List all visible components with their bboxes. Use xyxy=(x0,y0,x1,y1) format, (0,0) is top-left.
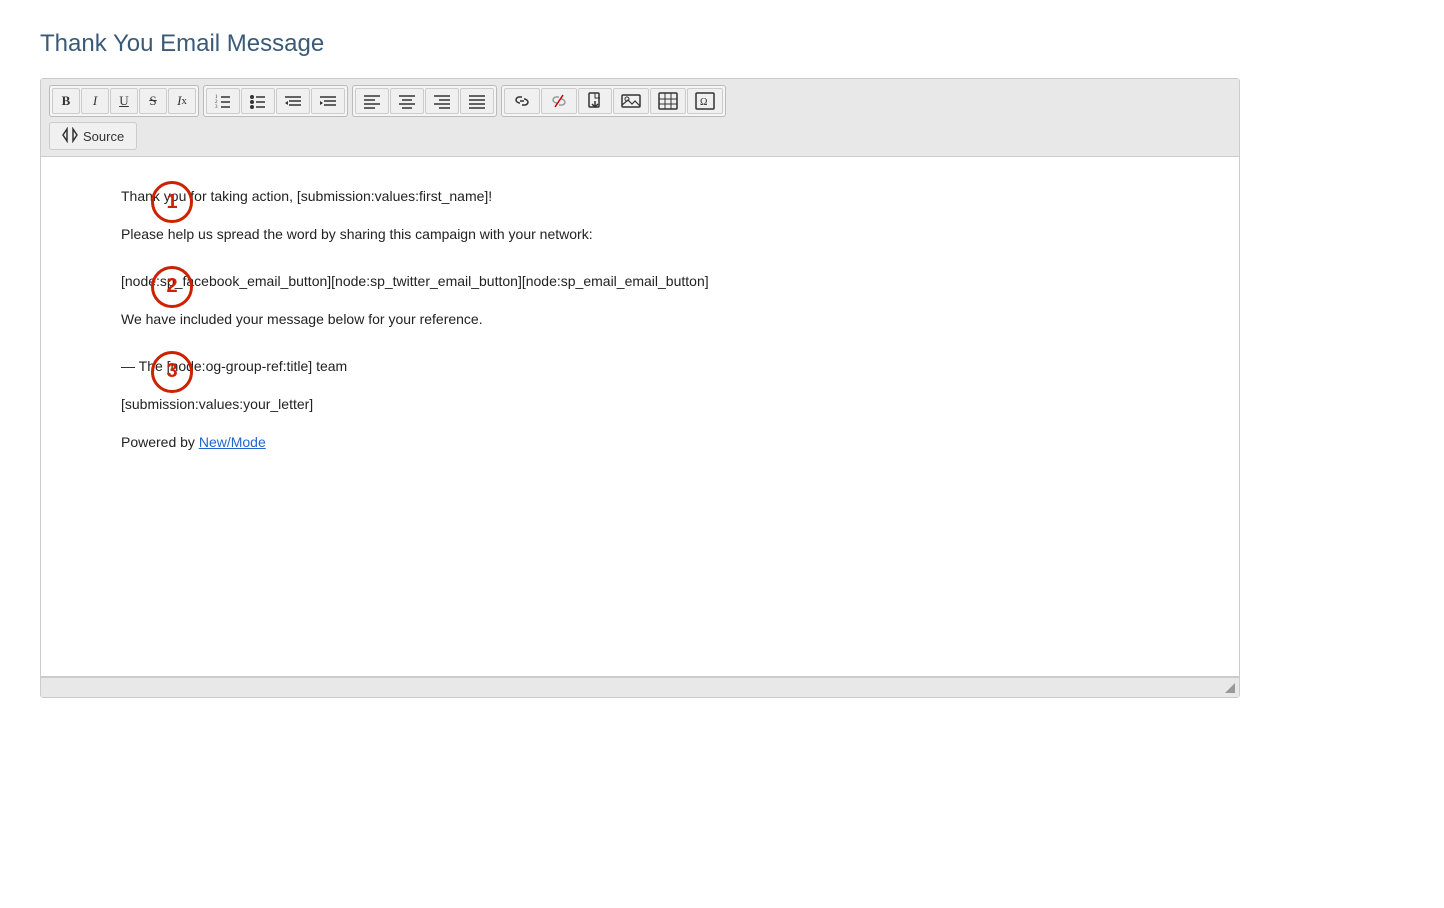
annotation-block-3: 3 — The [node:og-group-ref:title] team [… xyxy=(121,347,1219,454)
content-line-1: Thank you for taking action, [submission… xyxy=(121,185,1219,207)
toolbar-row-1: B I U S Ix 123 xyxy=(49,85,1231,117)
toolbar-row-2: Source xyxy=(49,122,1231,150)
content-line-4: We have included your message below for … xyxy=(121,308,1219,330)
annotation-block-1: 1 Thank you for taking action, [submissi… xyxy=(121,177,1219,246)
resize-handle[interactable] xyxy=(1225,683,1235,693)
align-right-button[interactable] xyxy=(425,88,459,114)
content-line-5: — The [node:og-group-ref:title] team xyxy=(121,355,1219,377)
svg-text:Ω: Ω xyxy=(700,97,707,108)
toolbar-group-align xyxy=(352,85,497,117)
outdent-button[interactable] xyxy=(276,88,310,114)
remove-format-button[interactable]: Ix xyxy=(168,88,196,114)
insert-image-button[interactable] xyxy=(613,88,649,114)
svg-text:3: 3 xyxy=(215,105,218,109)
toolbar: B I U S Ix 123 xyxy=(41,79,1239,157)
powered-by-text: Powered by xyxy=(121,434,199,450)
align-center-button[interactable] xyxy=(390,88,424,114)
bold-button[interactable]: B xyxy=(52,88,80,114)
insert-file-button[interactable] xyxy=(578,88,612,114)
ordered-list-button[interactable]: 123 xyxy=(206,88,240,114)
strikethrough-button[interactable]: S xyxy=(139,88,167,114)
underline-button[interactable]: U xyxy=(110,88,138,114)
annotation-2: 2 xyxy=(151,266,193,308)
toolbar-group-format: B I U S Ix xyxy=(49,85,199,117)
source-label: Source xyxy=(83,129,124,144)
italic-button[interactable]: I xyxy=(81,88,109,114)
align-justify-button[interactable] xyxy=(460,88,494,114)
unlink-button[interactable] xyxy=(541,88,577,114)
source-icon xyxy=(62,127,78,146)
source-button[interactable]: Source xyxy=(49,122,137,150)
insert-special-button[interactable]: Ω xyxy=(687,88,723,114)
content-line-7: Powered by New/Mode xyxy=(121,431,1219,453)
toolbar-group-list: 123 xyxy=(203,85,348,117)
content-line-6: [submission:values:your_letter] xyxy=(121,393,1219,415)
newmode-link[interactable]: New/Mode xyxy=(199,434,266,450)
editor-wrapper: B I U S Ix 123 xyxy=(40,78,1240,698)
annotation-1: 1 xyxy=(151,181,193,223)
content-line-3: [node:sp_facebook_email_button][node:sp_… xyxy=(121,270,1219,292)
insert-table-button[interactable] xyxy=(650,88,686,114)
content-line-2: Please help us spread the word by sharin… xyxy=(121,223,1219,245)
indent-button[interactable] xyxy=(311,88,345,114)
editor-statusbar xyxy=(41,677,1239,697)
toolbar-group-insert: Ω xyxy=(501,85,726,117)
link-button[interactable] xyxy=(504,88,540,114)
editor-content[interactable]: 1 Thank you for taking action, [submissi… xyxy=(41,157,1239,677)
unordered-list-button[interactable] xyxy=(241,88,275,114)
annotation-block-2: 2 [node:sp_facebook_email_button][node:s… xyxy=(121,262,1219,331)
annotation-3: 3 xyxy=(151,351,193,393)
align-left-button[interactable] xyxy=(355,88,389,114)
page-title: Thank You Email Message xyxy=(40,30,1404,58)
